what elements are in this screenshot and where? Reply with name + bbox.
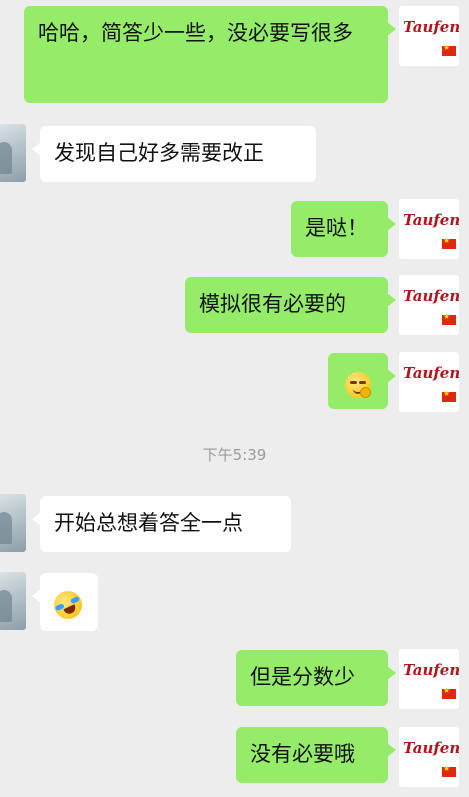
- my-avatar[interactable]: Taufen: [399, 275, 459, 335]
- china-flag-icon: [442, 236, 456, 249]
- avatar-brand-text: Taufen: [403, 211, 459, 229]
- contact-avatar[interactable]: [0, 124, 26, 182]
- china-flag-icon: [442, 764, 456, 777]
- message-text: 模拟很有必要的: [199, 292, 346, 316]
- message-text: 开始总想着答全一点: [54, 511, 243, 535]
- message-text: 是哒！: [305, 216, 368, 240]
- china-flag-icon: [442, 312, 456, 325]
- china-flag-icon: [442, 43, 456, 56]
- avatar-figure: [0, 512, 12, 544]
- message-bubble-in[interactable]: 开始总想着答全一点: [32, 496, 291, 552]
- avatar-brand-text: Taufen: [403, 739, 459, 757]
- message-bubble-out[interactable]: 但是分数少: [236, 650, 396, 706]
- message-text: 发现自己好多需要改正: [54, 141, 264, 165]
- contact-avatar[interactable]: [0, 494, 26, 552]
- avatar-brand-text: Taufen: [403, 661, 459, 679]
- message-text: 但是分数少: [250, 665, 355, 689]
- my-avatar[interactable]: Taufen: [399, 199, 459, 259]
- message-text: 哈哈，简答少一些，没必要写很多: [38, 21, 353, 45]
- avatar-figure: [0, 142, 12, 174]
- message-text: 没有必要哦: [250, 742, 355, 766]
- avatar-brand-text: Taufen: [403, 364, 459, 382]
- message-bubble-in[interactable]: [32, 573, 98, 631]
- my-avatar[interactable]: Taufen: [399, 6, 459, 66]
- message-bubble-out[interactable]: 没有必要哦: [236, 727, 396, 783]
- rolling-laughing-emoji-icon: [49, 586, 87, 624]
- message-bubble-out[interactable]: 是哒！: [291, 201, 396, 257]
- china-flag-icon: [442, 389, 456, 402]
- my-avatar[interactable]: Taufen: [399, 352, 459, 412]
- avatar-brand-text: Taufen: [403, 287, 459, 305]
- timestamp: 下午5:39: [202, 446, 267, 464]
- avatar-brand-text: Taufen: [403, 18, 459, 36]
- my-avatar[interactable]: Taufen: [399, 727, 459, 787]
- message-bubble-out[interactable]: 模拟很有必要的: [185, 277, 396, 333]
- smug-face-emoji-icon: [345, 372, 371, 398]
- avatar-figure: [0, 590, 12, 622]
- message-bubble-out[interactable]: 哈哈，简答少一些，没必要写很多: [24, 6, 396, 103]
- china-flag-icon: [442, 686, 456, 699]
- contact-avatar[interactable]: [0, 572, 26, 630]
- my-avatar[interactable]: Taufen: [399, 649, 459, 709]
- message-bubble-in[interactable]: 发现自己好多需要改正: [32, 126, 316, 182]
- message-bubble-out[interactable]: [328, 353, 396, 409]
